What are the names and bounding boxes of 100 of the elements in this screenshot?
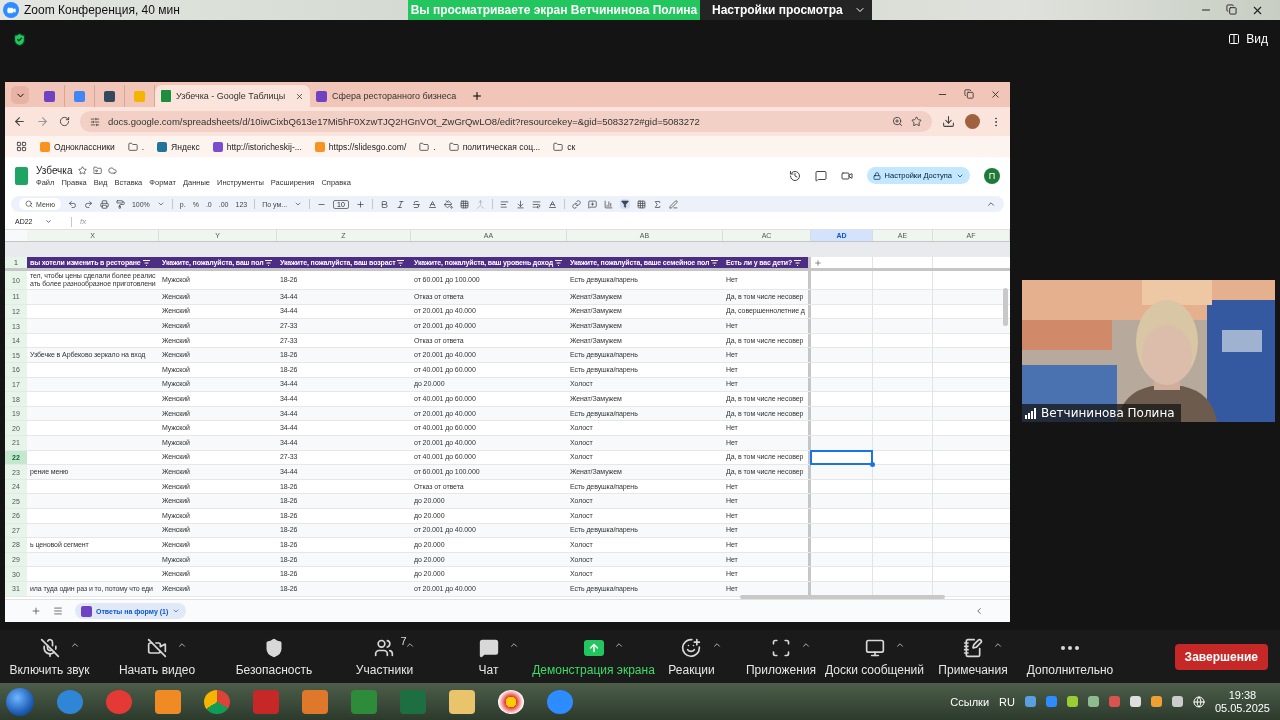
- scrollbar-thumb[interactable]: [1003, 288, 1008, 326]
- folder-icon[interactable]: [449, 689, 475, 714]
- app-icon[interactable]: [302, 689, 328, 714]
- input-tools-icon[interactable]: [668, 199, 678, 209]
- strikethrough-icon[interactable]: [411, 199, 421, 209]
- filter-icon[interactable]: [397, 259, 405, 266]
- star-icon[interactable]: [78, 165, 88, 175]
- meeting-control[interactable]: Включить звук: [9, 636, 90, 677]
- bookmark-star-icon[interactable]: [911, 116, 922, 127]
- forward-icon[interactable]: [36, 115, 49, 128]
- rotate-text-icon[interactable]: [547, 199, 557, 209]
- browser-tab[interactable]: Сфера ресторанного бизнеса: [310, 85, 465, 107]
- comments-icon[interactable]: [814, 169, 827, 182]
- bold-icon[interactable]: [379, 199, 389, 209]
- browser-tab[interactable]: Узбечка - Google Таблицы: [155, 85, 310, 107]
- filter-icon[interactable]: [711, 259, 719, 266]
- move-folder-icon[interactable]: [93, 165, 103, 175]
- tray-icon[interactable]: [1129, 696, 1141, 707]
- start-button[interactable]: [6, 687, 34, 716]
- meeting-control[interactable]: Безопасность: [235, 636, 313, 677]
- meeting-control[interactable]: Чат: [478, 636, 499, 677]
- apps-icon[interactable]: [16, 141, 27, 152]
- tray-icon[interactable]: [1150, 696, 1162, 707]
- filter-icon[interactable]: [555, 259, 562, 266]
- print-icon[interactable]: [99, 199, 109, 209]
- shield-icon[interactable]: [12, 32, 27, 47]
- pinned-tab-icon[interactable]: [104, 90, 115, 102]
- meeting-control[interactable]: Доски сообщений: [825, 636, 924, 677]
- browser-icon[interactable]: [498, 689, 524, 714]
- meeting-control[interactable]: Дополнительно: [1026, 636, 1114, 677]
- profile-avatar[interactable]: [965, 114, 980, 129]
- folder-icon[interactable]: [553, 141, 564, 152]
- close-tab-icon[interactable]: [295, 91, 304, 101]
- reload-icon[interactable]: [59, 116, 70, 127]
- meeting-control[interactable]: Демонстрация экрана: [532, 636, 655, 677]
- increase-size-icon[interactable]: [355, 199, 365, 209]
- caret-icon[interactable]: [156, 200, 165, 208]
- filter-icon[interactable]: [142, 259, 150, 266]
- meeting-control[interactable]: 7 Участники: [355, 636, 414, 677]
- zoom-app-icon[interactable]: [547, 689, 573, 714]
- meet-camera-icon[interactable]: [840, 169, 853, 182]
- media-player-icon[interactable]: [155, 689, 181, 714]
- paint-format-icon[interactable]: [115, 199, 125, 209]
- tray-icon[interactable]: [1045, 696, 1057, 707]
- align-icon[interactable]: [499, 199, 509, 209]
- bookmark[interactable]: Одноклассники: [54, 141, 115, 152]
- borders-icon[interactable]: [459, 199, 469, 209]
- fill-color-icon[interactable]: [443, 199, 453, 209]
- tab-search-button[interactable]: [11, 86, 29, 104]
- caret-icon[interactable]: [294, 200, 303, 208]
- document-title[interactable]: Узбечка: [36, 164, 73, 176]
- bookmark[interactable]: http://istoricheskij-...: [226, 141, 302, 152]
- links-toolbar[interactable]: Ссылки: [950, 695, 990, 708]
- folder-icon[interactable]: [448, 141, 459, 152]
- scroll-left-icon[interactable]: [974, 606, 984, 616]
- text-color-icon[interactable]: [427, 199, 437, 209]
- fill-handle[interactable]: [870, 462, 875, 468]
- vertical-align-icon[interactable]: [515, 199, 525, 209]
- add-sheet-icon[interactable]: [31, 606, 41, 616]
- tray-icon[interactable]: [1066, 696, 1078, 707]
- folder-icon[interactable]: [127, 141, 138, 152]
- new-tab-icon[interactable]: [471, 90, 483, 102]
- meeting-control[interactable]: Приложения: [745, 636, 817, 677]
- caret-icon[interactable]: [44, 218, 52, 225]
- close-icon[interactable]: [990, 89, 1001, 100]
- bookmark[interactable]: политическая соц...: [462, 141, 541, 152]
- pinned-tab-icon[interactable]: [44, 90, 55, 102]
- user-avatar[interactable]: П: [984, 167, 1000, 184]
- filter-icon[interactable]: [619, 199, 630, 209]
- meeting-control[interactable]: Начать видео: [118, 636, 196, 677]
- redo-icon[interactable]: [83, 199, 93, 209]
- site-icon[interactable]: [157, 141, 168, 152]
- italic-icon[interactable]: [395, 199, 405, 209]
- tray-icon[interactable]: [1087, 696, 1099, 707]
- link-icon[interactable]: [571, 199, 581, 209]
- download-icon[interactable]: [942, 115, 955, 128]
- filter-icon[interactable]: [265, 259, 273, 266]
- bookmark[interactable]: .: [433, 141, 436, 152]
- chrome-icon[interactable]: [204, 689, 230, 714]
- back-icon[interactable]: [13, 115, 26, 128]
- tray-icon[interactable]: [1171, 696, 1183, 707]
- bookmark[interactable]: .: [141, 141, 145, 152]
- address-field[interactable]: docs.google.com/spreadsheets/d/10iwCixbQ613e17Mi5hF0XzwTJQ2HGnVOt_ZwGrQwLO8/edit?resourcekey=&gid=5083272#gid=5083272: [80, 111, 932, 132]
- wrap-icon[interactable]: [531, 199, 541, 209]
- functions-icon[interactable]: [652, 199, 662, 209]
- collapse-icon[interactable]: [986, 199, 996, 209]
- tray-icon[interactable]: [1024, 696, 1036, 707]
- filter-views-icon[interactable]: [636, 199, 646, 209]
- undo-icon[interactable]: [67, 199, 77, 209]
- meeting-control[interactable]: Реакции: [668, 636, 715, 677]
- network-icon[interactable]: [1192, 695, 1205, 708]
- app-icon[interactable]: [106, 689, 132, 714]
- add-column-icon[interactable]: [814, 258, 822, 267]
- zoom-icon[interactable]: [892, 116, 903, 127]
- restore-icon[interactable]: [1226, 3, 1237, 15]
- comment-icon[interactable]: [587, 199, 597, 209]
- view-settings-button[interactable]: Настройки просмотра: [700, 0, 872, 20]
- language-indicator[interactable]: RU: [999, 695, 1015, 708]
- site-settings-icon[interactable]: [90, 116, 100, 127]
- scrollbar-thumb[interactable]: [740, 595, 945, 599]
